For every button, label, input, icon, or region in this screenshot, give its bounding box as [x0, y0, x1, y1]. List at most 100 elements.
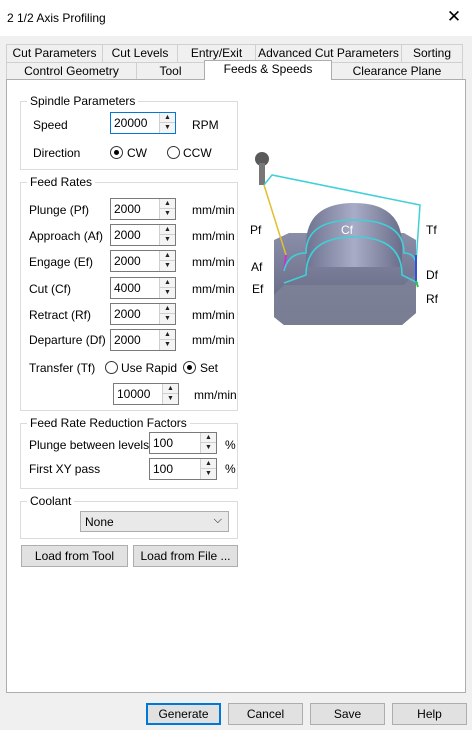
- plunge-unit: mm/min: [192, 203, 235, 217]
- engage-input[interactable]: 2000 ▲ ▼: [110, 250, 176, 272]
- coolant-value: None: [85, 515, 114, 529]
- cut-input[interactable]: 4000 ▲ ▼: [110, 277, 176, 299]
- tab-clearance-plane[interactable]: Clearance Plane: [331, 62, 463, 80]
- up-arrow-icon[interactable]: ▲: [201, 433, 216, 443]
- up-arrow-icon[interactable]: ▲: [163, 384, 178, 394]
- use-rapid-radio[interactable]: [105, 361, 118, 374]
- departure-input[interactable]: 2000 ▲ ▼: [110, 329, 176, 351]
- speed-input[interactable]: 20000 ▲ ▼: [110, 112, 176, 134]
- departure-label: Departure (Df): [29, 333, 106, 347]
- use-rapid-label: Use Rapid: [121, 361, 178, 375]
- pf-label: Pf: [250, 223, 262, 237]
- set-radio[interactable]: [183, 361, 196, 374]
- engage-value: 2000: [114, 254, 141, 268]
- first-xy-pass-input[interactable]: 100 ▲ ▼: [149, 458, 217, 480]
- cut-unit: mm/min: [192, 282, 235, 296]
- chevron-down-icon: ⌵: [213, 514, 222, 526]
- ccw-radio[interactable]: [167, 146, 180, 159]
- down-arrow-icon[interactable]: ▼: [160, 340, 175, 350]
- down-arrow-icon[interactable]: ▼: [160, 235, 175, 245]
- plunge-label: Plunge (Pf): [29, 203, 90, 217]
- cancel-button[interactable]: Cancel: [228, 703, 303, 725]
- feed-rates-legend: Feed Rates: [27, 175, 96, 189]
- down-arrow-icon[interactable]: ▼: [160, 288, 175, 298]
- tab-control-geometry[interactable]: Control Geometry: [6, 62, 137, 80]
- coolant-legend: Coolant: [27, 494, 75, 508]
- title-bar: 2 1/2 Axis Profiling ✕: [0, 0, 472, 36]
- speed-unit: RPM: [192, 118, 219, 132]
- retract-path: [415, 280, 419, 288]
- tab-sorting[interactable]: Sorting: [401, 44, 463, 62]
- first-xy-pass-label: First XY pass: [29, 462, 101, 476]
- rf-label: Rf: [426, 292, 439, 306]
- tf-label: Tf: [426, 223, 437, 237]
- load-from-file-button[interactable]: Load from File ...: [133, 545, 238, 567]
- cw-label: CW: [127, 146, 147, 160]
- load-from-tool-button[interactable]: Load from Tool: [21, 545, 128, 567]
- first-xy-pass-value: 100: [153, 462, 174, 476]
- tab-tool[interactable]: Tool: [136, 62, 205, 80]
- coolant-select[interactable]: None ⌵: [80, 511, 229, 532]
- departure-unit: mm/min: [192, 333, 235, 347]
- tool-shank: [259, 163, 265, 185]
- close-icon[interactable]: ✕: [444, 6, 464, 28]
- tab-cut-parameters[interactable]: Cut Parameters: [6, 44, 103, 62]
- up-arrow-icon[interactable]: ▲: [201, 459, 216, 469]
- retract-value: 2000: [114, 307, 141, 321]
- ef-label: Ef: [252, 282, 264, 296]
- plunge-between-levels-input[interactable]: 100 ▲ ▼: [149, 432, 217, 454]
- spindle-legend: Spindle Parameters: [27, 94, 139, 108]
- engage-label: Engage (Ef): [29, 255, 94, 269]
- speed-label: Speed: [33, 118, 68, 132]
- down-arrow-icon[interactable]: ▼: [160, 209, 175, 219]
- help-button[interactable]: Help: [392, 703, 467, 725]
- cf-label: Cf: [341, 223, 354, 237]
- direction-label: Direction: [33, 146, 81, 160]
- transfer-label: Transfer (Tf): [29, 361, 96, 375]
- af-label: Af: [251, 260, 263, 274]
- cut-label: Cut (Cf): [29, 282, 71, 296]
- speed-down-arrow-icon[interactable]: ▼: [160, 123, 175, 133]
- down-arrow-icon[interactable]: ▼: [201, 443, 216, 453]
- plunge-value: 2000: [114, 202, 141, 216]
- departure-value: 2000: [114, 333, 141, 347]
- part-dome: [306, 203, 402, 267]
- up-arrow-icon[interactable]: ▲: [160, 199, 175, 209]
- down-arrow-icon[interactable]: ▼: [160, 261, 175, 271]
- tab-cut-levels[interactable]: Cut Levels: [102, 44, 178, 62]
- retract-label: Retract (Rf): [29, 308, 92, 322]
- down-arrow-icon[interactable]: ▼: [201, 469, 216, 479]
- engage-unit: mm/min: [192, 255, 235, 269]
- save-button[interactable]: Save: [310, 703, 385, 725]
- cw-radio[interactable]: [110, 146, 123, 159]
- plunge-input[interactable]: 2000 ▲ ▼: [110, 198, 176, 220]
- approach-input[interactable]: 2000 ▲ ▼: [110, 224, 176, 246]
- set-label: Set: [200, 361, 219, 375]
- ccw-label: CCW: [183, 146, 212, 160]
- up-arrow-icon[interactable]: ▲: [160, 304, 175, 314]
- retract-input[interactable]: 2000 ▲ ▼: [110, 303, 176, 325]
- up-arrow-icon[interactable]: ▲: [160, 278, 175, 288]
- down-arrow-icon[interactable]: ▼: [163, 394, 178, 404]
- up-arrow-icon[interactable]: ▲: [160, 330, 175, 340]
- cut-value: 4000: [114, 281, 141, 295]
- retract-unit: mm/min: [192, 308, 235, 322]
- speed-value: 20000: [114, 116, 148, 130]
- feed-diagram: Pf Cf Tf Af Ef Df Rf: [250, 152, 439, 325]
- transfer-input[interactable]: 10000 ▲ ▼: [113, 383, 179, 405]
- window-title: 2 1/2 Axis Profiling: [7, 11, 106, 25]
- reduction-legend: Feed Rate Reduction Factors: [27, 416, 190, 430]
- transfer-value: 10000: [117, 387, 151, 401]
- down-arrow-icon[interactable]: ▼: [160, 314, 175, 324]
- speed-up-arrow-icon[interactable]: ▲: [160, 113, 175, 123]
- transfer-unit: mm/min: [194, 388, 237, 402]
- generate-button[interactable]: Generate: [146, 703, 221, 725]
- xy-percent-unit: %: [225, 462, 236, 476]
- plunge-between-levels-value: 100: [153, 436, 174, 450]
- up-arrow-icon[interactable]: ▲: [160, 251, 175, 261]
- plunge-between-levels-label: Plunge between levels: [29, 438, 150, 452]
- tab-feeds-speeds[interactable]: Feeds & Speeds: [204, 60, 332, 80]
- up-arrow-icon[interactable]: ▲: [160, 225, 175, 235]
- tab-row-front: Control Geometry Tool Feeds & Speeds Cle…: [6, 60, 466, 80]
- df-label: Df: [426, 268, 439, 282]
